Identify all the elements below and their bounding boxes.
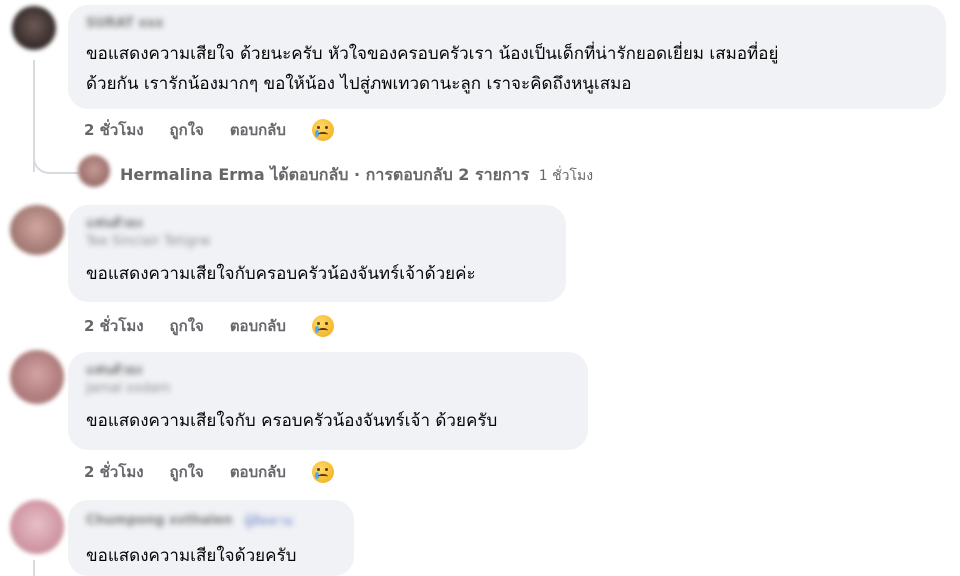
comment-badge: แฟนตัวยง [86, 216, 143, 231]
avatar[interactable] [10, 350, 64, 404]
thread-connector-curve [33, 150, 79, 174]
avatar[interactable] [12, 6, 56, 50]
reply-button[interactable]: ตอบกลับ [230, 118, 286, 142]
avatar[interactable] [10, 205, 64, 255]
crying-face-icon[interactable] [311, 119, 334, 141]
comment-timestamp[interactable]: 2 ชั่วโมง [84, 460, 144, 484]
replies-summary-text: Hermalina Erma ได้ตอบกลับ · การตอบกลับ 2… [120, 165, 530, 184]
reply-button[interactable]: ตอบกลับ [230, 314, 286, 338]
crying-face-icon[interactable] [311, 315, 334, 337]
like-button[interactable]: ถูกใจ [170, 314, 204, 338]
comment-actions: 2 ชั่วโมง ถูกใจ ตอบกลับ [84, 460, 334, 484]
comment-timestamp[interactable]: 2 ชั่วโมง [84, 314, 144, 338]
comment-bubble: Chumpong xxthalen ผู้ติดตาม ขอแสดงความเส… [68, 500, 354, 576]
comment-text: ขอแสดงความเสียใจ ด้วยนะครับ หัวใจของครอบ… [86, 39, 928, 99]
comment-header: Chumpong xxthalen ผู้ติดตาม [86, 510, 336, 531]
comment-author[interactable]: Tee Sinclair Tetigrw [86, 233, 548, 251]
comment-author[interactable]: SURAT xxx [86, 15, 928, 33]
comment-actions: 2 ชั่วโมง ถูกใจ ตอบกลับ [84, 118, 334, 142]
tear-icon [314, 130, 319, 137]
replies-timestamp: 1 ชั่วโมง [538, 168, 594, 184]
view-replies-link[interactable]: Hermalina Erma ได้ตอบกลับ · การตอบกลับ 2… [120, 163, 593, 188]
crying-face-icon[interactable] [311, 461, 334, 483]
comment-badge: ผู้ติดตาม [244, 514, 294, 529]
comment-text: ขอแสดงความเสียใจกับ ครอบครัวน้องจันทร์เจ… [86, 411, 498, 431]
comment-author[interactable]: Jamal xxdam [86, 380, 570, 398]
avatar[interactable] [78, 155, 110, 187]
comment-bubble: แฟนตัวยง Tee Sinclair Tetigrw ขอแสดงความ… [68, 205, 566, 302]
tear-icon [314, 326, 319, 333]
comment-bubble: แฟนตัวยง Jamal xxdam ขอแสดงความเสียใจกับ… [68, 352, 588, 450]
comment-badge: แฟนตัวยง [86, 363, 143, 378]
comment-bubble: SURAT xxx ขอแสดงความเสียใจ ด้วยนะครับ หั… [68, 5, 946, 109]
tear-icon [314, 472, 319, 479]
comment-author[interactable]: Chumpong xxthalen [86, 512, 232, 530]
like-button[interactable]: ถูกใจ [170, 460, 204, 484]
reply-button[interactable]: ตอบกลับ [230, 460, 286, 484]
comment-actions: 2 ชั่วโมง ถูกใจ ตอบกลับ [84, 314, 334, 338]
comment-text-line: ด้วยกัน เรารักน้องมากๆ ขอให้น้อง ไปสู่ภพ… [86, 74, 632, 94]
comment-text: ขอแสดงความเสียใจกับครอบครัวน้องจันทร์เจ้… [86, 264, 476, 284]
comment-timestamp[interactable]: 2 ชั่วโมง [84, 118, 144, 142]
comment-text-line: ขอแสดงความเสียใจ ด้วยนะครับ หัวใจของครอบ… [86, 44, 779, 64]
like-button[interactable]: ถูกใจ [170, 118, 204, 142]
comment-text: ขอแสดงความเสียใจด้วยครับ [86, 546, 297, 566]
thread-connector-line-bottom [33, 560, 35, 576]
avatar[interactable] [10, 500, 64, 554]
